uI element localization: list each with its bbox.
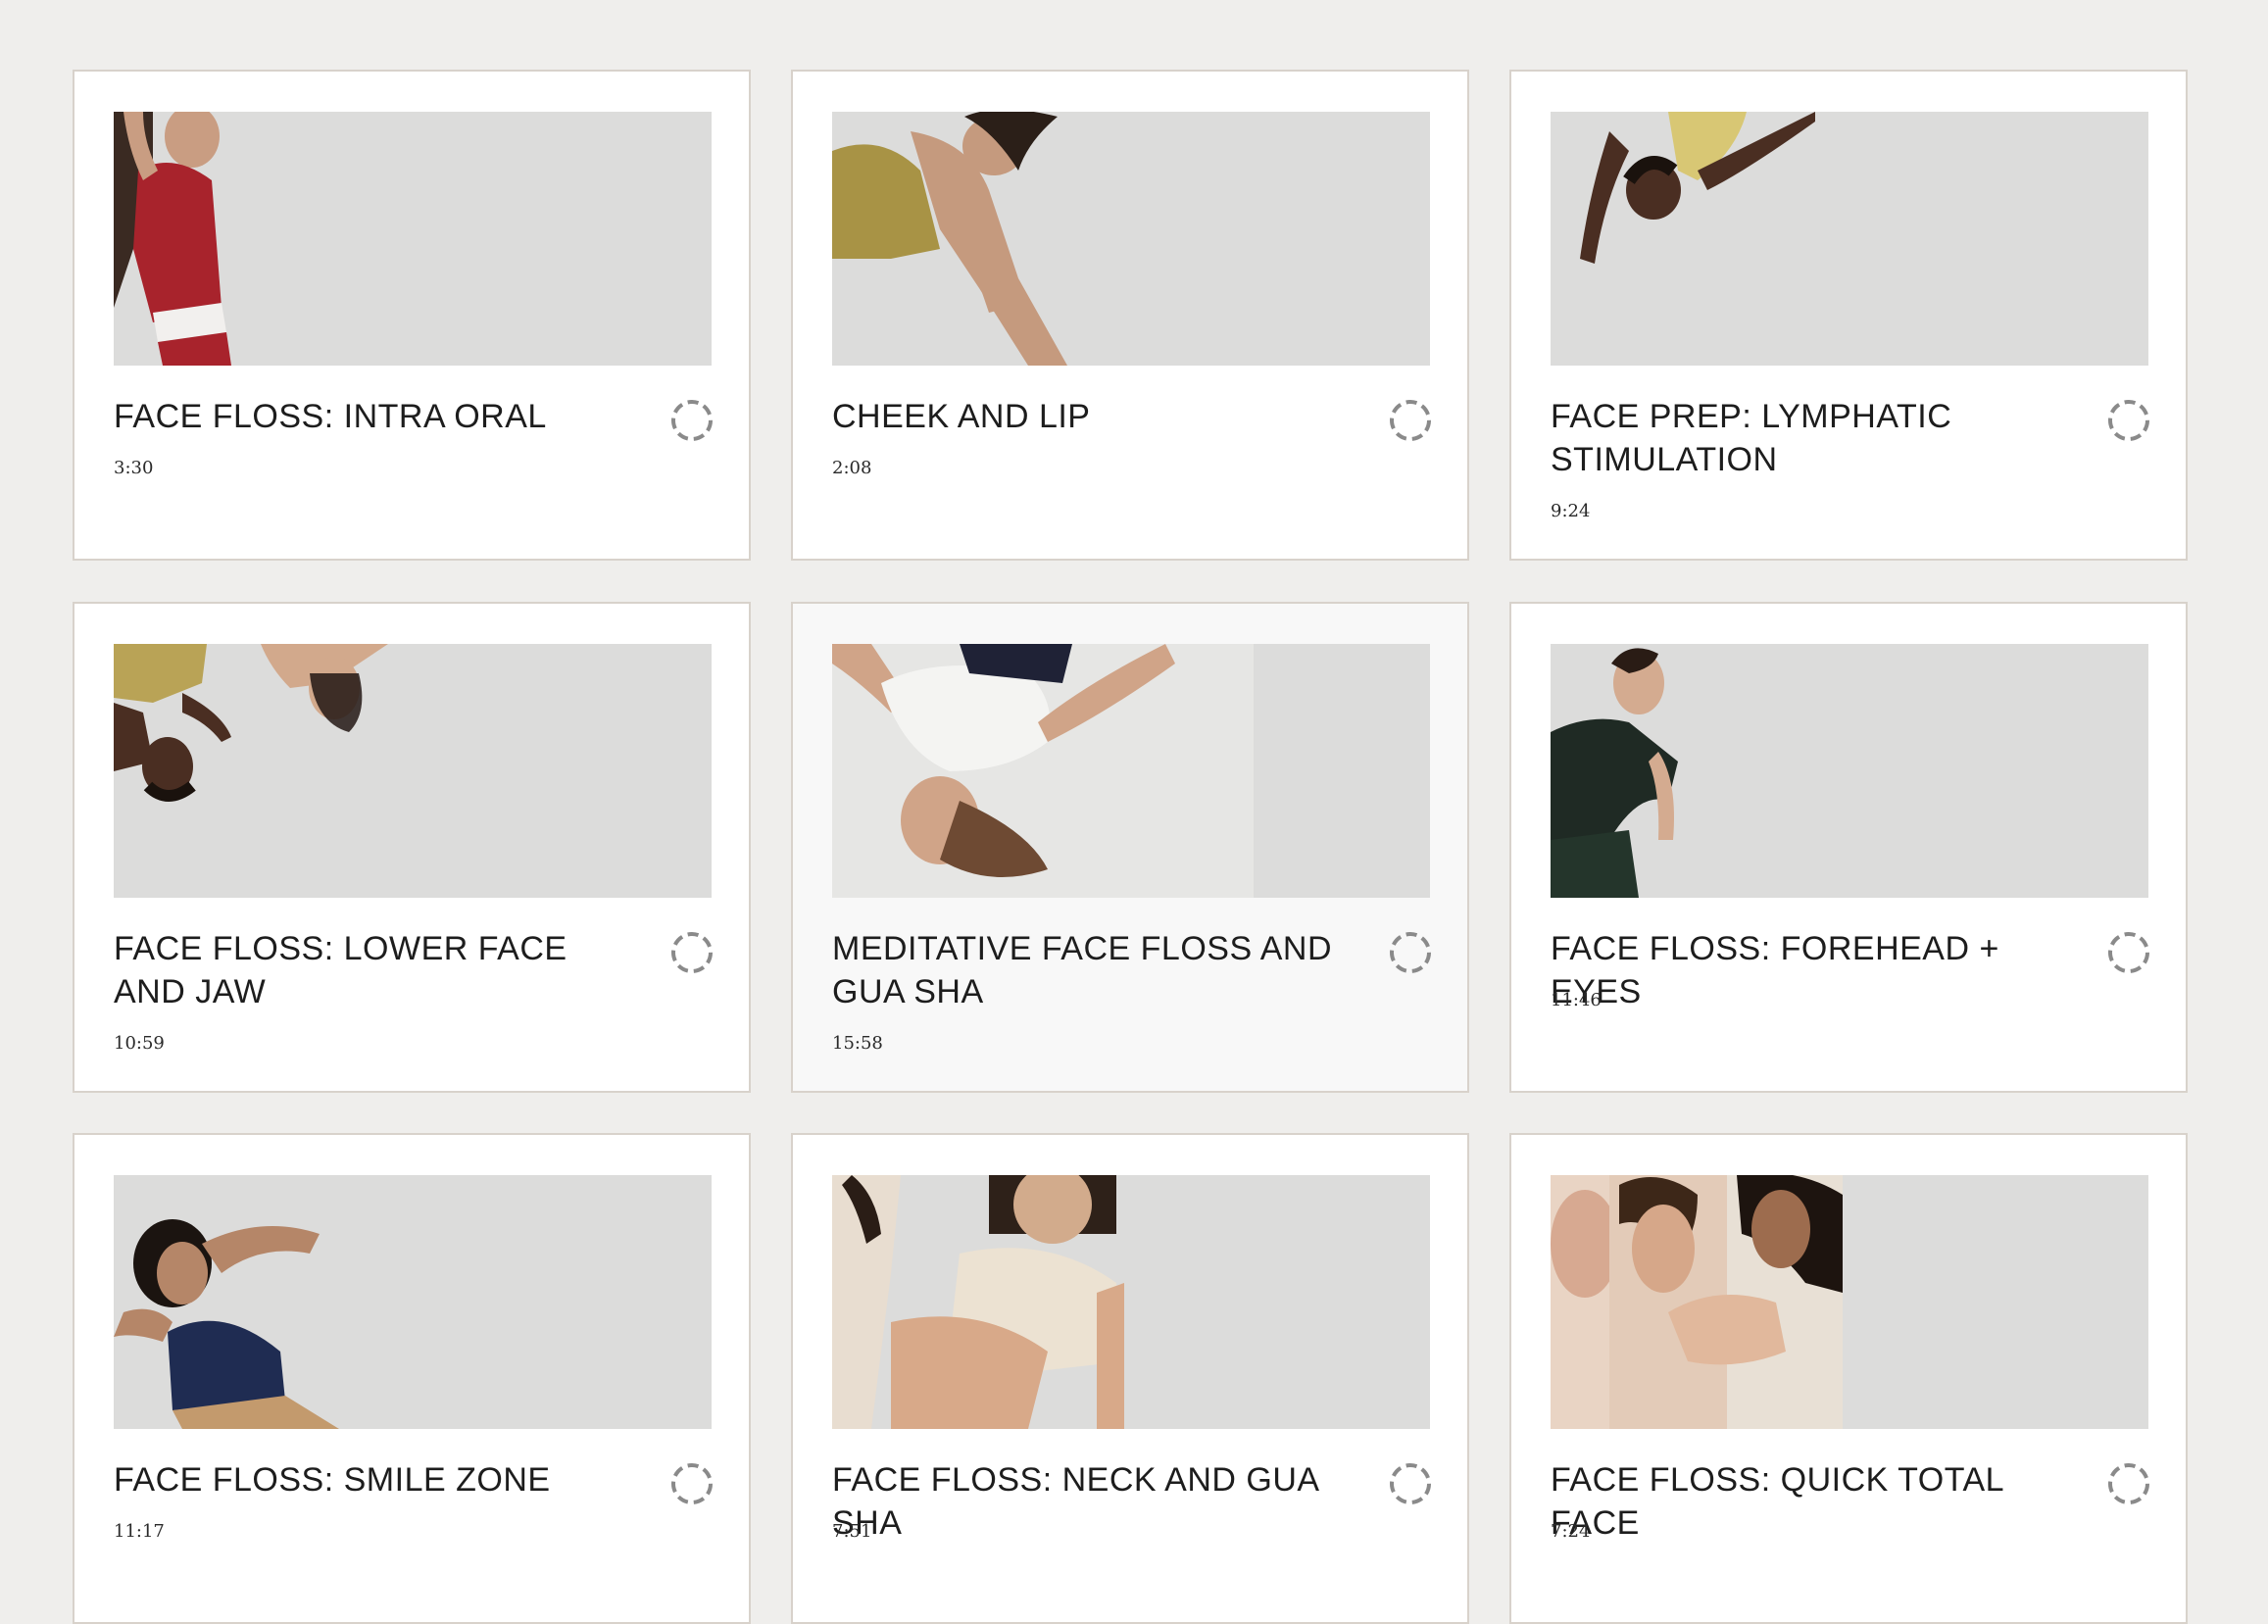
incomplete-dashed-circle-icon[interactable]	[2107, 1462, 2150, 1505]
video-duration: 10:59	[114, 1033, 165, 1054]
video-thumbnail[interactable]	[832, 112, 1430, 366]
incomplete-dashed-circle-icon[interactable]	[2107, 399, 2150, 442]
video-card[interactable]: FACE FLOSS: LOWER FACE AND JAW 10:59	[73, 602, 751, 1093]
incomplete-dashed-circle-icon[interactable]	[670, 931, 714, 974]
video-duration: 11:46	[1551, 990, 1602, 1010]
video-title[interactable]: FACE FLOSS: LOWER FACE AND JAW	[114, 927, 623, 1013]
thumbnail-photo	[1551, 1175, 1843, 1429]
video-card[interactable]: FACE FLOSS: FOREHEAD + EYES 11:46	[1509, 602, 2188, 1093]
video-thumbnail[interactable]	[114, 644, 712, 898]
video-duration: 7:24	[1551, 1521, 1591, 1542]
thumbnail-photo	[1551, 644, 1688, 898]
video-thumbnail[interactable]	[832, 1175, 1430, 1429]
video-card[interactable]: FACE FLOSS: NECK AND GUA SHA 7:51	[791, 1133, 1469, 1624]
video-grid: FACE FLOSS: INTRA ORAL 3:30 CHEEK AND LI…	[0, 0, 2268, 1624]
video-thumbnail[interactable]	[1551, 1175, 2148, 1429]
video-title[interactable]: FACE PREP: LYMPHATIC STIMULATION	[1551, 395, 2060, 481]
video-title[interactable]: FACE FLOSS: QUICK TOTAL FACE	[1551, 1458, 2060, 1545]
thumbnail-photo	[832, 644, 1254, 898]
thumbnail-photo	[1551, 112, 1815, 366]
video-title[interactable]: FACE FLOSS: SMILE ZONE	[114, 1458, 623, 1501]
video-title[interactable]: FACE FLOSS: FOREHEAD + EYES	[1551, 927, 2060, 1013]
video-title[interactable]: MEDITATIVE FACE FLOSS AND GUA SHA	[832, 927, 1342, 1013]
video-thumbnail[interactable]	[1551, 112, 2148, 366]
video-duration: 7:51	[832, 1521, 872, 1542]
video-duration: 11:17	[114, 1521, 165, 1542]
video-thumbnail[interactable]	[114, 112, 712, 366]
thumbnail-photo	[832, 1175, 1124, 1429]
video-duration: 9:24	[1551, 501, 1591, 521]
video-duration: 3:30	[114, 458, 154, 478]
incomplete-dashed-circle-icon[interactable]	[670, 399, 714, 442]
thumbnail-photo	[832, 112, 1097, 366]
video-card[interactable]: CHEEK AND LIP 2:08	[791, 70, 1469, 561]
incomplete-dashed-circle-icon[interactable]	[1389, 931, 1432, 974]
video-card[interactable]: FACE PREP: LYMPHATIC STIMULATION 9:24	[1509, 70, 2188, 561]
video-card[interactable]: FACE FLOSS: INTRA ORAL 3:30	[73, 70, 751, 561]
incomplete-dashed-circle-icon[interactable]	[670, 1462, 714, 1505]
incomplete-dashed-circle-icon[interactable]	[1389, 1462, 1432, 1505]
incomplete-dashed-circle-icon[interactable]	[1389, 399, 1432, 442]
video-duration: 2:08	[832, 458, 872, 478]
video-thumbnail[interactable]	[1551, 644, 2148, 898]
video-duration: 15:58	[832, 1033, 883, 1054]
thumbnail-photo	[114, 1175, 339, 1429]
video-thumbnail[interactable]	[832, 644, 1430, 898]
video-card[interactable]: FACE FLOSS: QUICK TOTAL FACE 7:24	[1509, 1133, 2188, 1624]
video-title[interactable]: FACE FLOSS: INTRA ORAL	[114, 395, 623, 438]
thumbnail-photo	[114, 112, 271, 366]
incomplete-dashed-circle-icon[interactable]	[2107, 931, 2150, 974]
video-card[interactable]: FACE FLOSS: SMILE ZONE 11:17	[73, 1133, 751, 1624]
video-title[interactable]: FACE FLOSS: NECK AND GUA SHA	[832, 1458, 1342, 1545]
video-title[interactable]: CHEEK AND LIP	[832, 395, 1342, 438]
thumbnail-photo	[114, 644, 408, 898]
video-thumbnail[interactable]	[114, 1175, 712, 1429]
video-card[interactable]: MEDITATIVE FACE FLOSS AND GUA SHA 15:58	[791, 602, 1469, 1093]
